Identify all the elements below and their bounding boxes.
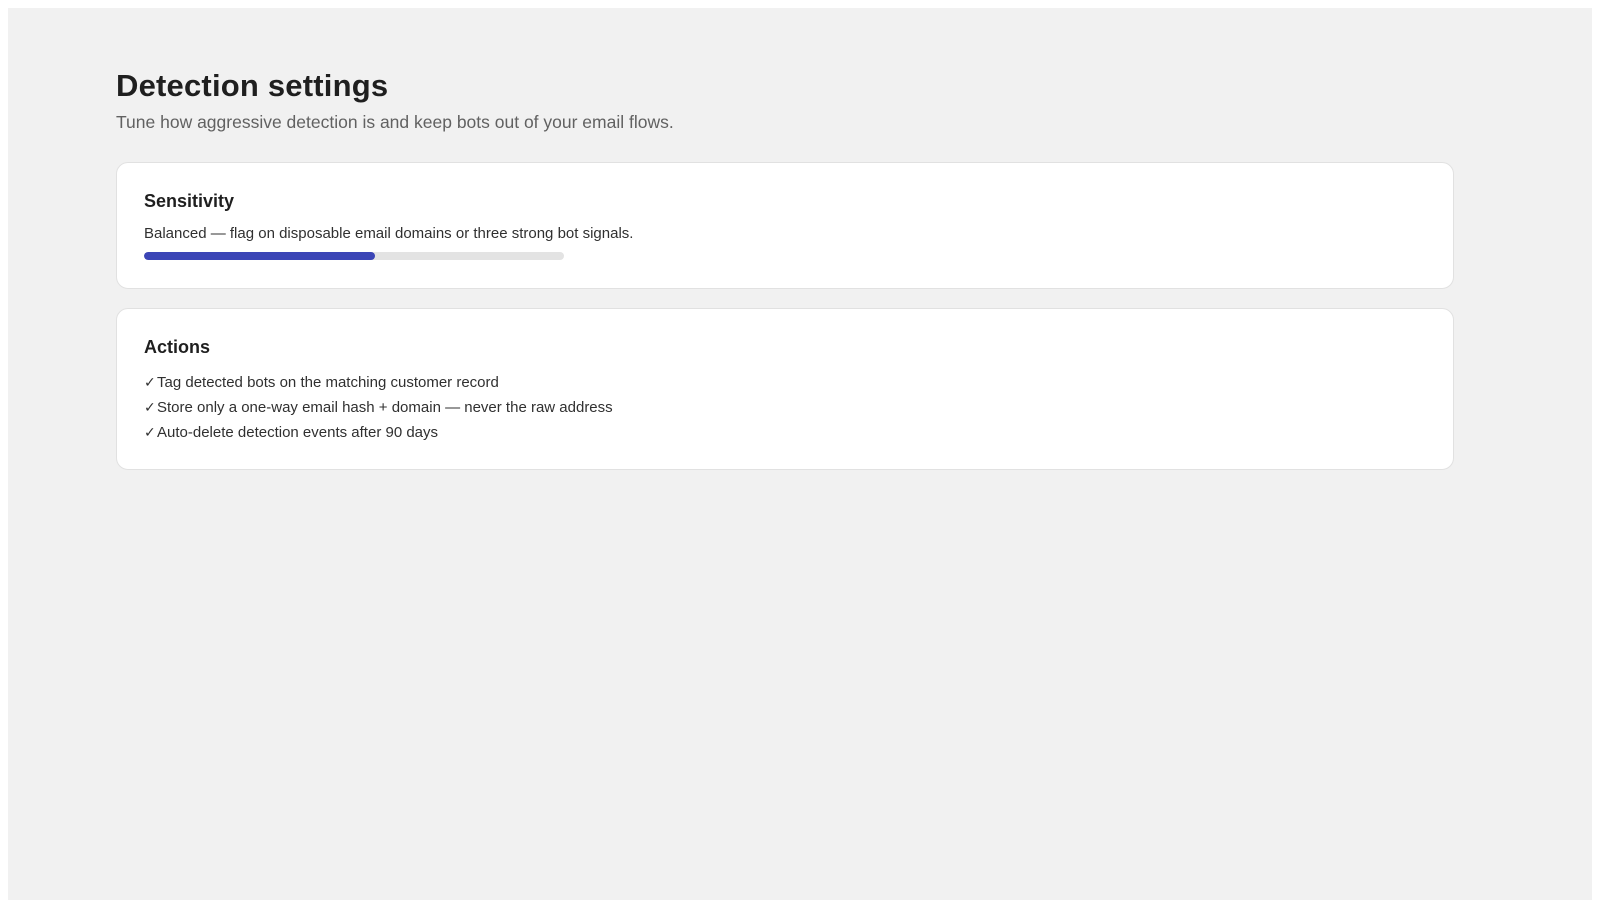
checkmark-icon: ✓: [144, 424, 156, 440]
action-item-label: Store only a one-way email hash + domain…: [157, 399, 613, 416]
page-title: Detection settings: [116, 68, 389, 103]
action-item-tag-bots: ✓ Tag detected bots on the matching cust…: [144, 370, 1426, 395]
sensitivity-description: Balanced — flag on disposable email doma…: [144, 225, 634, 242]
checkmark-icon: ✓: [144, 374, 156, 390]
sensitivity-title: Sensitivity: [144, 191, 235, 211]
app-viewport: Detection settings Tune how aggressive d…: [8, 8, 1592, 900]
actions-title: Actions: [144, 337, 211, 357]
settings-page: Detection settings Tune how aggressive d…: [116, 66, 1454, 470]
sensitivity-level-bar: [144, 252, 564, 260]
actions-card: Actions ✓ Tag detected bots on the match…: [116, 308, 1454, 470]
action-item-auto-delete: ✓ Auto-delete detection events after 90 …: [144, 420, 1426, 445]
sensitivity-level-fill: [144, 252, 375, 260]
action-item-label: Tag detected bots on the matching custom…: [157, 374, 499, 391]
sensitivity-card: Sensitivity Balanced — flag on disposabl…: [116, 162, 1454, 289]
checkmark-icon: ✓: [144, 399, 156, 415]
page-subtitle: Tune how aggressive detection is and kee…: [116, 112, 674, 132]
action-item-label: Auto-delete detection events after 90 da…: [157, 424, 439, 441]
actions-list: ✓ Tag detected bots on the matching cust…: [144, 370, 1426, 445]
action-item-store-hash: ✓ Store only a one-way email hash + doma…: [144, 395, 1426, 420]
